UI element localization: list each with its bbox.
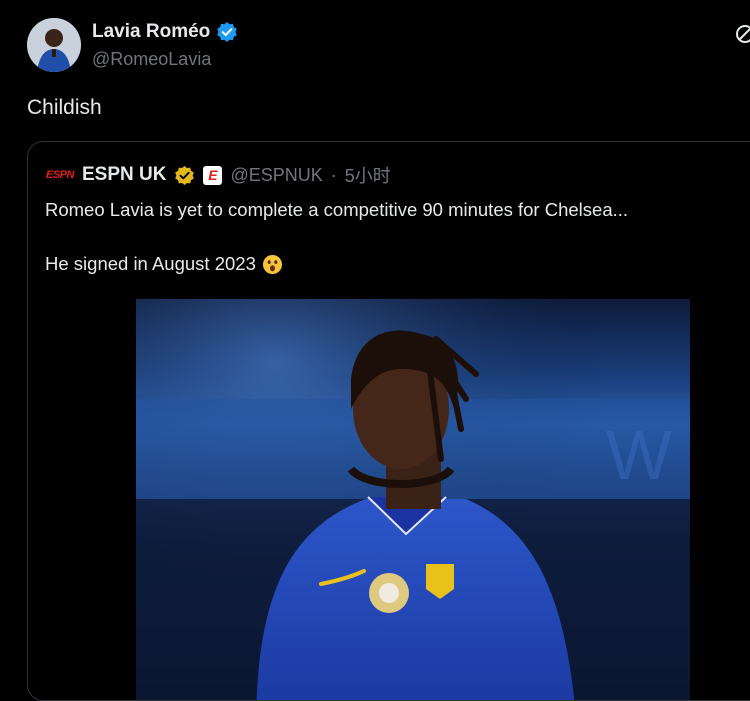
svg-text:W: W [606, 416, 672, 494]
separator-dot: · [330, 164, 337, 185]
quoted-text-line-2-text: He signed in August 2023 [45, 253, 256, 274]
display-name-text: Lavia Roméo [92, 21, 211, 42]
player-photo[interactable]: W [136, 299, 690, 700]
astonished-face-emoji [262, 254, 282, 274]
verified-badge-icon [217, 22, 238, 42]
avatar[interactable] [27, 18, 81, 72]
quoted-tweet-header: ESPN ESPN UK E @ESPNUK · 5小时 [46, 162, 391, 188]
quoted-author-name[interactable]: ESPN UK [82, 164, 166, 186]
quoted-author-handle[interactable]: @ESPNUK [230, 165, 322, 186]
gold-verified-badge-icon [175, 165, 195, 185]
tweet-author-handle[interactable]: @RomeoLavia [92, 49, 211, 70]
quoted-text-line-2: He signed in August 2023 [45, 253, 283, 275]
tweet-text: Childish [27, 96, 102, 119]
espn-e-logo-icon: E [203, 165, 223, 185]
tweet-author-name[interactable]: Lavia Roméo [92, 21, 238, 43]
grok-icon[interactable] [733, 22, 750, 48]
quoted-tweet-card[interactable]: ESPN ESPN UK E @ESPNUK · 5小时 Romeo Lavia… [27, 141, 750, 701]
quoted-timestamp[interactable]: 5小时 [345, 162, 391, 188]
quoted-text-line-1: Romeo Lavia is yet to complete a competi… [45, 199, 629, 220]
espn-logo: ESPN [46, 169, 74, 181]
